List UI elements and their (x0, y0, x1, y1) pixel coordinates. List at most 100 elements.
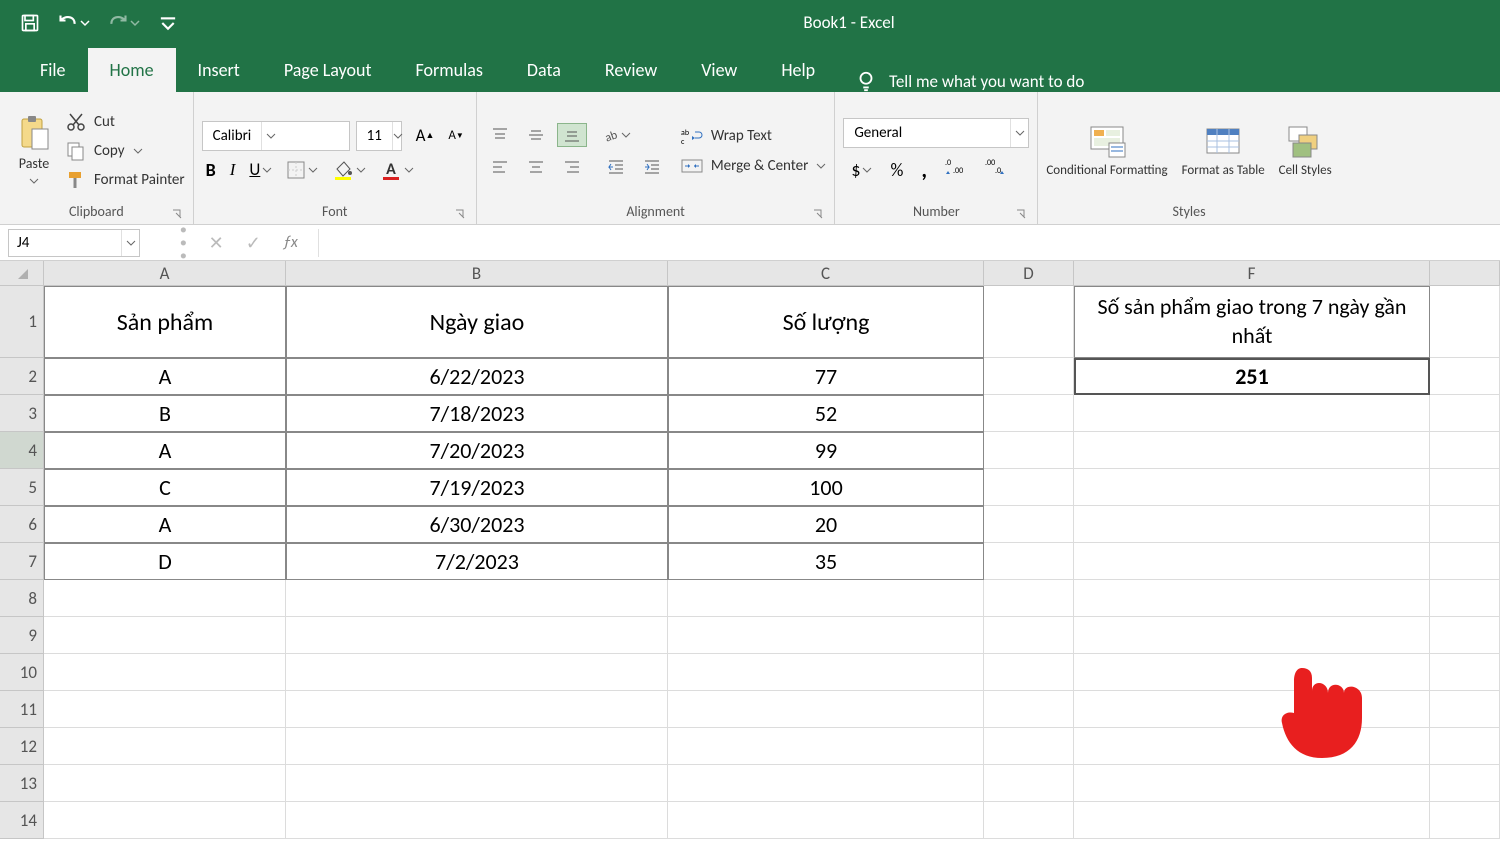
tab-home[interactable]: Home (88, 48, 176, 92)
cell[interactable]: 251 (1074, 358, 1430, 395)
conditional-formatting-button[interactable]: Conditional Formatting (1046, 123, 1167, 178)
increase-decimal-button[interactable]: .0.00 (945, 157, 967, 182)
cell[interactable]: C (44, 469, 286, 506)
cell[interactable] (286, 802, 668, 839)
row-header[interactable]: 6 (0, 506, 44, 543)
cell[interactable] (984, 358, 1074, 395)
copy-button[interactable]: Copy (66, 141, 185, 161)
cell[interactable] (1430, 506, 1500, 543)
cell[interactable] (984, 286, 1074, 358)
cell[interactable] (1074, 395, 1430, 432)
tab-help[interactable]: Help (759, 48, 837, 92)
font-dialog-launcher[interactable] (454, 207, 466, 219)
row-header[interactable]: 8 (0, 580, 44, 617)
cell[interactable] (1430, 395, 1500, 432)
cell[interactable]: Sản phẩm (44, 286, 286, 358)
cell[interactable]: 35 (668, 543, 984, 580)
enter-formula-button[interactable]: ✓ (246, 232, 261, 254)
cell[interactable] (984, 617, 1074, 654)
cell[interactable]: D (44, 543, 286, 580)
cell[interactable] (1074, 654, 1430, 691)
cell[interactable] (984, 432, 1074, 469)
tab-formulas[interactable]: Formulas (394, 48, 505, 92)
row-header[interactable]: 5 (0, 469, 44, 506)
cell[interactable] (1430, 286, 1500, 358)
fill-color-button[interactable] (332, 159, 366, 181)
cell[interactable] (286, 765, 668, 802)
cell[interactable] (44, 654, 286, 691)
alignment-dialog-launcher[interactable] (812, 207, 824, 219)
cell[interactable] (1430, 580, 1500, 617)
cell[interactable] (44, 728, 286, 765)
cell[interactable] (1430, 469, 1500, 506)
orientation-button[interactable]: ab (601, 123, 631, 147)
column-header-next[interactable] (1430, 261, 1500, 286)
cell[interactable] (1074, 432, 1430, 469)
cell[interactable] (668, 580, 984, 617)
align-center-button[interactable] (521, 155, 551, 179)
font-size-combo[interactable]: 11 (356, 121, 402, 151)
cell[interactable] (1074, 691, 1430, 728)
cell[interactable]: 100 (668, 469, 984, 506)
cell[interactable] (1074, 728, 1430, 765)
cell[interactable] (1074, 580, 1430, 617)
tab-insert[interactable]: Insert (176, 48, 262, 92)
align-bottom-button[interactable] (557, 123, 587, 147)
name-box[interactable]: J4 (8, 229, 140, 257)
font-color-button[interactable]: A (380, 159, 414, 181)
tab-view[interactable]: View (679, 48, 759, 92)
comma-format-button[interactable]: , (921, 156, 927, 183)
cell[interactable] (1430, 765, 1500, 802)
save-button[interactable] (20, 13, 40, 33)
align-left-button[interactable] (485, 155, 515, 179)
row-header[interactable]: 3 (0, 395, 44, 432)
decrease-decimal-button[interactable]: .00.0 (985, 157, 1007, 182)
wrap-text-button[interactable]: abc Wrap Text (681, 127, 827, 145)
cell[interactable] (1430, 802, 1500, 839)
cell[interactable]: 6/22/2023 (286, 358, 668, 395)
row-header[interactable]: 13 (0, 765, 44, 802)
cell[interactable]: 7/18/2023 (286, 395, 668, 432)
cell[interactable] (1430, 543, 1500, 580)
column-header-c[interactable]: C (668, 261, 984, 286)
decrease-indent-button[interactable] (601, 155, 631, 179)
cell[interactable] (1430, 617, 1500, 654)
cell[interactable] (44, 580, 286, 617)
cell[interactable] (984, 654, 1074, 691)
row-header[interactable]: 10 (0, 654, 44, 691)
cell[interactable] (44, 617, 286, 654)
paste-button[interactable]: Paste (8, 111, 60, 190)
borders-button[interactable] (286, 160, 318, 180)
cell[interactable]: A (44, 506, 286, 543)
row-header[interactable]: 11 (0, 691, 44, 728)
column-header-b[interactable]: B (286, 261, 668, 286)
cell[interactable]: Ngày giao (286, 286, 668, 358)
decrease-font-button[interactable]: A▼ (444, 121, 467, 150)
cell[interactable] (44, 691, 286, 728)
cell[interactable] (668, 765, 984, 802)
cell[interactable] (668, 617, 984, 654)
align-right-button[interactable] (557, 155, 587, 179)
column-header-d[interactable]: D (984, 261, 1074, 286)
cell-styles-button[interactable]: Cell Styles (1279, 123, 1332, 178)
cell[interactable] (668, 691, 984, 728)
cell[interactable]: 7/20/2023 (286, 432, 668, 469)
cell[interactable] (668, 728, 984, 765)
cell[interactable] (1430, 432, 1500, 469)
bold-button[interactable]: B (206, 159, 216, 181)
row-header[interactable]: 9 (0, 617, 44, 654)
increase-font-button[interactable]: A▲ (412, 121, 439, 150)
cell[interactable] (668, 802, 984, 839)
cell[interactable] (668, 654, 984, 691)
cell[interactable]: 20 (668, 506, 984, 543)
cell[interactable] (984, 728, 1074, 765)
cell[interactable] (984, 469, 1074, 506)
column-header-f[interactable]: F (1074, 261, 1430, 286)
worksheet-grid[interactable]: A B C D F 1Sản phẩmNgày giaoSố lượngSố s… (0, 261, 1500, 839)
font-name-combo[interactable]: Calibri (202, 121, 350, 151)
cell[interactable] (286, 728, 668, 765)
cut-button[interactable]: Cut (66, 112, 185, 132)
align-top-button[interactable] (485, 123, 515, 147)
format-as-table-button[interactable]: Format as Table (1182, 123, 1265, 178)
cell[interactable] (1074, 802, 1430, 839)
